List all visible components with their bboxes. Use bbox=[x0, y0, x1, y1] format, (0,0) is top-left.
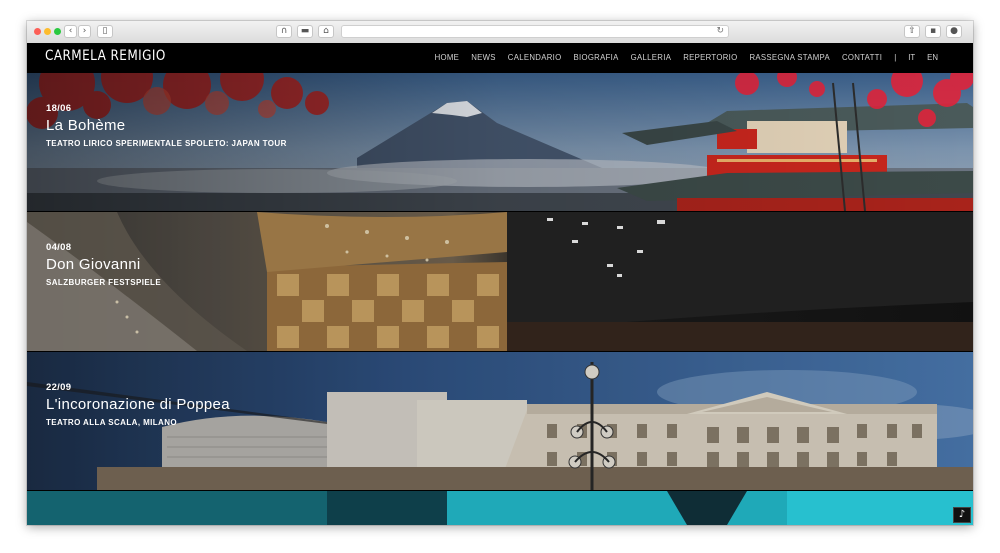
extension-button[interactable]: ▪ bbox=[925, 25, 941, 38]
event-banner-next[interactable] bbox=[27, 491, 973, 525]
site-logo[interactable]: CARMELA REMIGIO bbox=[45, 48, 166, 64]
nav-biografia[interactable]: BIOGRAFIA bbox=[573, 53, 618, 62]
share-icon: ⇧ bbox=[908, 26, 916, 36]
close-window-button[interactable] bbox=[34, 28, 41, 35]
reload-icon[interactable]: ↻ bbox=[716, 26, 724, 37]
nav-contatti[interactable]: CONTATTI bbox=[842, 53, 882, 62]
event-venue: TEATRO LIRICO SPERIMENTALE SPOLETO: JAPA… bbox=[46, 139, 287, 148]
lang-it[interactable]: IT bbox=[908, 53, 915, 62]
site-header: CARMELA REMIGIO HOME NEWS CALENDARIO BIO… bbox=[27, 43, 973, 73]
forward-button[interactable]: › bbox=[78, 25, 91, 38]
nav-calendario[interactable]: CALENDARIO bbox=[508, 53, 562, 62]
music-toggle-button[interactable]: ♪ bbox=[953, 507, 971, 523]
event-info: 22/09 L'incoronazione di Poppea TEATRO A… bbox=[46, 382, 230, 427]
music-note-icon: ♪ bbox=[958, 509, 966, 520]
chevron-right-icon: › bbox=[82, 26, 87, 36]
tabs-icon: ▬ bbox=[300, 26, 310, 36]
event-venue: SALZBURGER FESTSPIELE bbox=[46, 278, 162, 287]
trash-icon: ▪ bbox=[929, 26, 937, 36]
event-title[interactable]: Don Giovanni bbox=[46, 256, 161, 273]
event-banner-don-giovanni[interactable]: 04/08 Don Giovanni SALZBURGER FESTSPIELE bbox=[27, 212, 973, 351]
glasses-icon: ∩ bbox=[280, 26, 288, 36]
event-info: 18/06 La Bohème TEATRO LIRICO SPERIMENTA… bbox=[46, 103, 287, 148]
nav-home[interactable]: HOME bbox=[435, 53, 460, 62]
event-date: 04/08 bbox=[46, 242, 72, 253]
downloads-button[interactable]: ● bbox=[946, 25, 962, 38]
zoom-window-button[interactable] bbox=[54, 28, 61, 35]
chevron-left-icon: ‹ bbox=[68, 26, 73, 36]
address-bar[interactable]: ↻ bbox=[341, 25, 729, 38]
banner-image-teal bbox=[27, 491, 973, 525]
browser-toolbar: ‹ › ▯ ∩ ▬ ⌂ ↻ ⇧ ▪ ● bbox=[27, 21, 973, 44]
event-banner-poppea[interactable]: 22/09 L'incoronazione di Poppea TEATRO A… bbox=[27, 352, 973, 490]
download-icon: ● bbox=[950, 26, 958, 36]
home-button[interactable]: ⌂ bbox=[318, 25, 334, 38]
event-date: 18/06 bbox=[46, 103, 72, 114]
browser-window: ‹ › ▯ ∩ ▬ ⌂ ↻ ⇧ ▪ ● CARMELA REMIGIO HOME… bbox=[27, 21, 973, 525]
nav-separator: | bbox=[894, 53, 897, 62]
nav-rassegna-stampa[interactable]: RASSEGNA STAMPA bbox=[749, 53, 829, 62]
event-info: 04/08 Don Giovanni SALZBURGER FESTSPIELE bbox=[46, 242, 161, 287]
nav-news[interactable]: NEWS bbox=[471, 53, 496, 62]
nav-galleria[interactable]: GALLERIA bbox=[631, 53, 672, 62]
home-icon: ⌂ bbox=[323, 26, 329, 36]
share-button[interactable]: ⇧ bbox=[904, 25, 920, 38]
sidebar-icon: ▯ bbox=[102, 26, 108, 36]
main-nav: HOME NEWS CALENDARIO BIOGRAFIA GALLERIA … bbox=[423, 53, 938, 62]
minimize-window-button[interactable] bbox=[44, 28, 51, 35]
event-venue: TEATRO ALLA SCALA, MILANO bbox=[46, 418, 178, 427]
nav-repertorio[interactable]: REPERTORIO bbox=[683, 53, 737, 62]
lang-en[interactable]: EN bbox=[927, 53, 938, 62]
back-button[interactable]: ‹ bbox=[64, 25, 77, 38]
event-title[interactable]: L'incoronazione di Poppea bbox=[46, 396, 230, 413]
tabs-button[interactable]: ▬ bbox=[297, 25, 313, 38]
reader-button[interactable]: ∩ bbox=[276, 25, 292, 38]
sidebar-button[interactable]: ▯ bbox=[97, 25, 113, 38]
event-date: 22/09 bbox=[46, 382, 72, 393]
event-title[interactable]: La Bohème bbox=[46, 117, 287, 134]
banner-image-concert-hall bbox=[27, 212, 973, 351]
event-banner-la-boheme[interactable]: 18/06 La Bohème TEATRO LIRICO SPERIMENTA… bbox=[27, 73, 973, 211]
